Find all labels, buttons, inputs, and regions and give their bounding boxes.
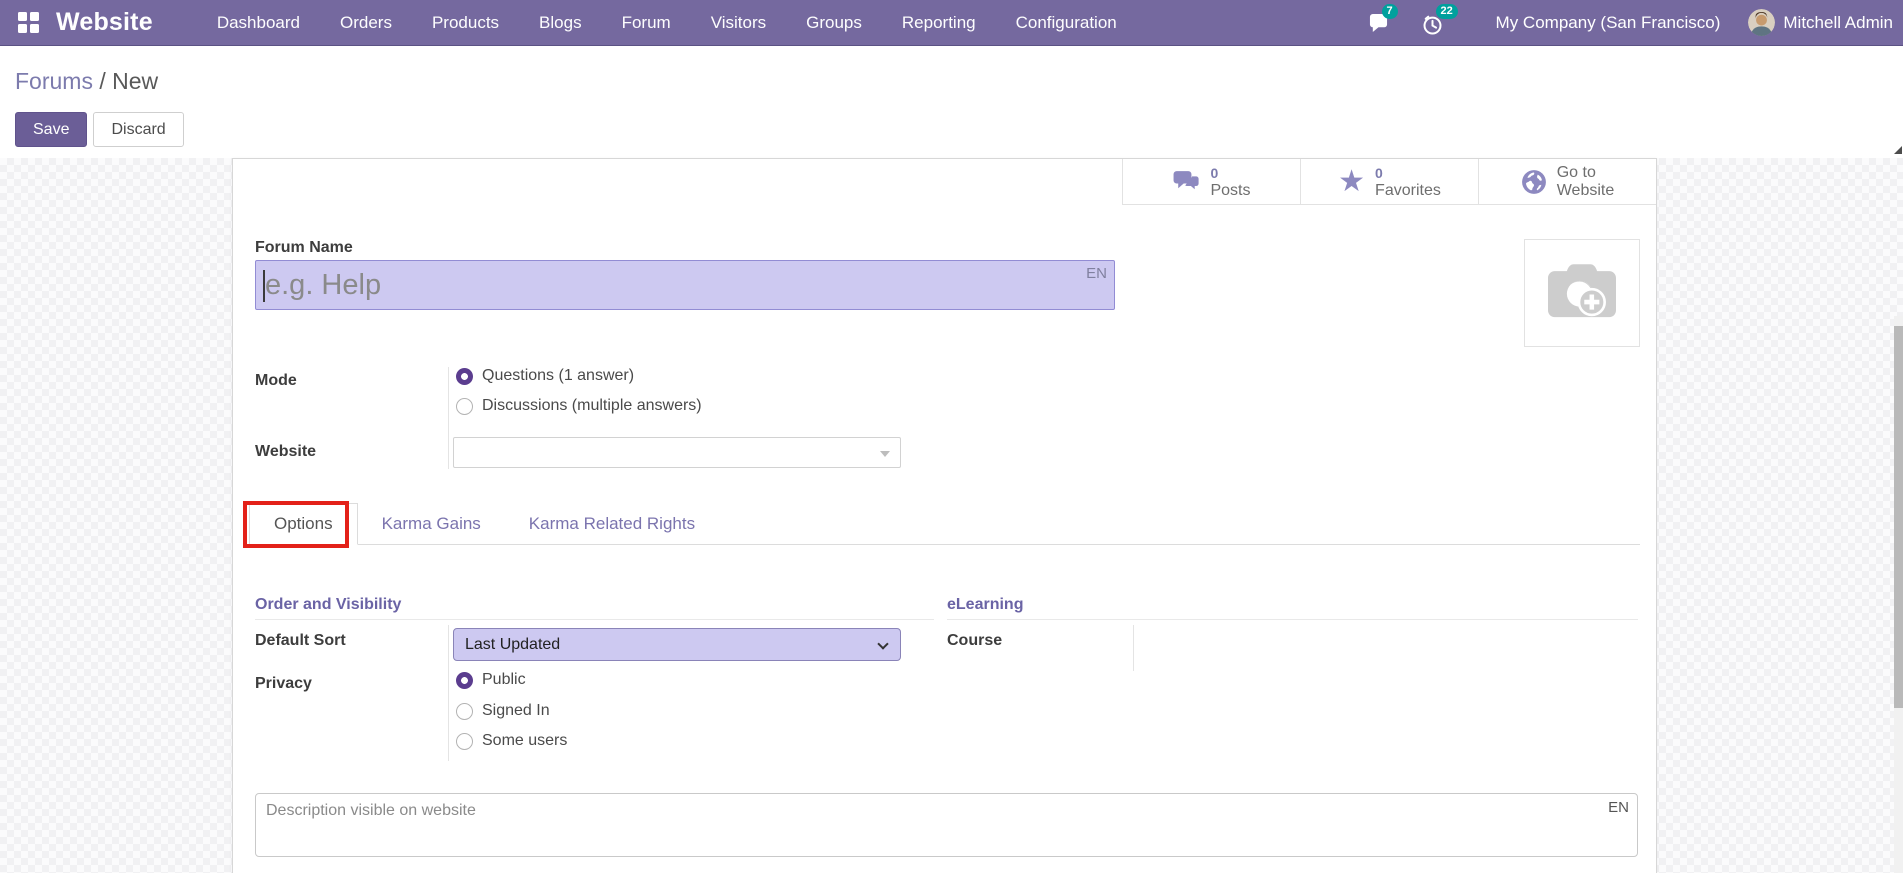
messages-icon[interactable]: 7 <box>1368 3 1398 36</box>
radio-checked-icon[interactable] <box>456 367 473 385</box>
radio-unchecked-icon[interactable] <box>456 702 473 720</box>
text-cursor <box>263 270 265 302</box>
privacy-label: Privacy <box>255 675 312 692</box>
chevron-down-icon <box>877 638 889 650</box>
stat-button-box: 0 Posts ★ 0 Favorites Go to Website <box>1122 159 1656 205</box>
default-sort-value: Last Updated <box>465 635 561 653</box>
company-switcher[interactable]: My Company (San Francisco) <box>1496 13 1721 33</box>
camera-plus-icon <box>1548 264 1616 318</box>
favorites-stat-button[interactable]: ★ 0 Favorites <box>1300 159 1478 204</box>
breadcrumb: Forums / New <box>15 68 158 95</box>
notebook-tabs: Options Karma Gains Karma Related Rights <box>249 503 1640 545</box>
description-lang-badge[interactable]: EN <box>1608 799 1629 816</box>
privacy-option-public[interactable]: Public <box>456 671 526 689</box>
privacy-option-some-users[interactable]: Some users <box>456 732 567 750</box>
apps-menu-icon[interactable] <box>18 11 40 34</box>
control-panel: Forums / New Save Discard <box>0 46 1903 158</box>
posts-label: Posts <box>1210 181 1251 199</box>
activities-icon[interactable]: 22 <box>1422 3 1458 36</box>
forum-name-lang-badge[interactable]: EN <box>1086 265 1107 282</box>
elearning-section-title: eLearning <box>947 596 1024 613</box>
nav-item-dashboard[interactable]: Dashboard <box>197 1 320 45</box>
star-icon: ★ <box>1338 164 1366 198</box>
go-to-website-button[interactable]: Go to Website <box>1478 159 1656 204</box>
form-sheet: 0 Posts ★ 0 Favorites Go to Website Foru… <box>232 158 1657 873</box>
user-avatar[interactable] <box>1748 9 1776 36</box>
breadcrumb-separator: / <box>92 68 113 94</box>
posts-count: 0 <box>1210 164 1219 181</box>
messages-badge: 7 <box>1381 3 1398 19</box>
group-separator <box>448 625 449 761</box>
save-button[interactable]: Save <box>15 112 88 147</box>
nav-item-products[interactable]: Products <box>412 1 519 45</box>
group-separator <box>1133 625 1134 671</box>
go-to-website-line2: Website <box>1556 181 1615 199</box>
mode-option-discussions[interactable]: Discussions (multiple answers) <box>456 397 702 415</box>
mode-label: Mode <box>255 372 297 389</box>
forum-name-input[interactable] <box>256 261 1114 309</box>
go-to-website-line1: Go to <box>1556 163 1596 181</box>
section-divider <box>255 619 934 620</box>
top-navbar: Website Dashboard Orders Products Blogs … <box>0 0 1903 46</box>
scrollbar-top-arrow <box>1894 146 1902 154</box>
avatar-image <box>1748 9 1776 36</box>
page-scrollbar[interactable] <box>1894 316 1903 873</box>
order-visibility-section-title: Order and Visibility <box>255 596 402 613</box>
forum-name-field-wrapper: EN <box>255 260 1115 310</box>
breadcrumb-current: New <box>112 68 159 94</box>
forum-name-label: Forum Name <box>255 239 353 256</box>
website-select[interactable] <box>453 437 901 468</box>
tab-options[interactable]: Options <box>249 503 358 545</box>
radio-checked-icon[interactable] <box>456 671 473 689</box>
nav-item-configuration[interactable]: Configuration <box>996 1 1137 45</box>
nav-item-reporting[interactable]: Reporting <box>882 1 996 45</box>
description-field-wrapper: EN <box>255 793 1638 857</box>
breadcrumb-forums-link[interactable]: Forums <box>15 68 93 94</box>
globe-icon <box>1521 169 1547 195</box>
section-divider <box>947 619 1638 620</box>
favorites-label: Favorites <box>1375 181 1441 199</box>
mode-option-questions[interactable]: Questions (1 answer) <box>456 367 634 385</box>
nav-item-groups[interactable]: Groups <box>786 1 882 45</box>
scrollbar-thumb[interactable] <box>1894 326 1903 708</box>
tab-karma-gains[interactable]: Karma Gains <box>358 504 505 544</box>
nav-item-visitors[interactable]: Visitors <box>691 1 786 45</box>
discard-button[interactable]: Discard <box>93 112 184 147</box>
nav-item-orders[interactable]: Orders <box>320 1 412 45</box>
nav-item-forum[interactable]: Forum <box>602 1 691 45</box>
app-brand[interactable]: Website <box>56 8 153 37</box>
comments-icon <box>1172 170 1201 194</box>
privacy-option-signed-in[interactable]: Signed In <box>456 702 550 720</box>
default-sort-label: Default Sort <box>255 632 346 649</box>
group-separator <box>448 367 449 469</box>
default-sort-select[interactable]: Last Updated <box>453 628 901 661</box>
course-label: Course <box>947 632 1003 649</box>
nav-item-blogs[interactable]: Blogs <box>519 1 602 45</box>
radio-unchecked-icon[interactable] <box>456 732 473 750</box>
user-menu[interactable]: Mitchell Admin <box>1783 13 1893 33</box>
radio-unchecked-icon[interactable] <box>456 397 473 415</box>
favorites-count: 0 <box>1375 164 1383 181</box>
chevron-down-icon <box>880 451 890 457</box>
tab-karma-related-rights[interactable]: Karma Related Rights <box>505 504 719 544</box>
description-textarea[interactable] <box>256 794 1637 856</box>
activities-badge: 22 <box>1435 3 1458 19</box>
posts-stat-button[interactable]: 0 Posts <box>1122 159 1300 204</box>
forum-image-uploader[interactable] <box>1524 239 1640 347</box>
content-background: 0 Posts ★ 0 Favorites Go to Website Foru… <box>0 158 1903 873</box>
website-label: Website <box>255 443 317 460</box>
